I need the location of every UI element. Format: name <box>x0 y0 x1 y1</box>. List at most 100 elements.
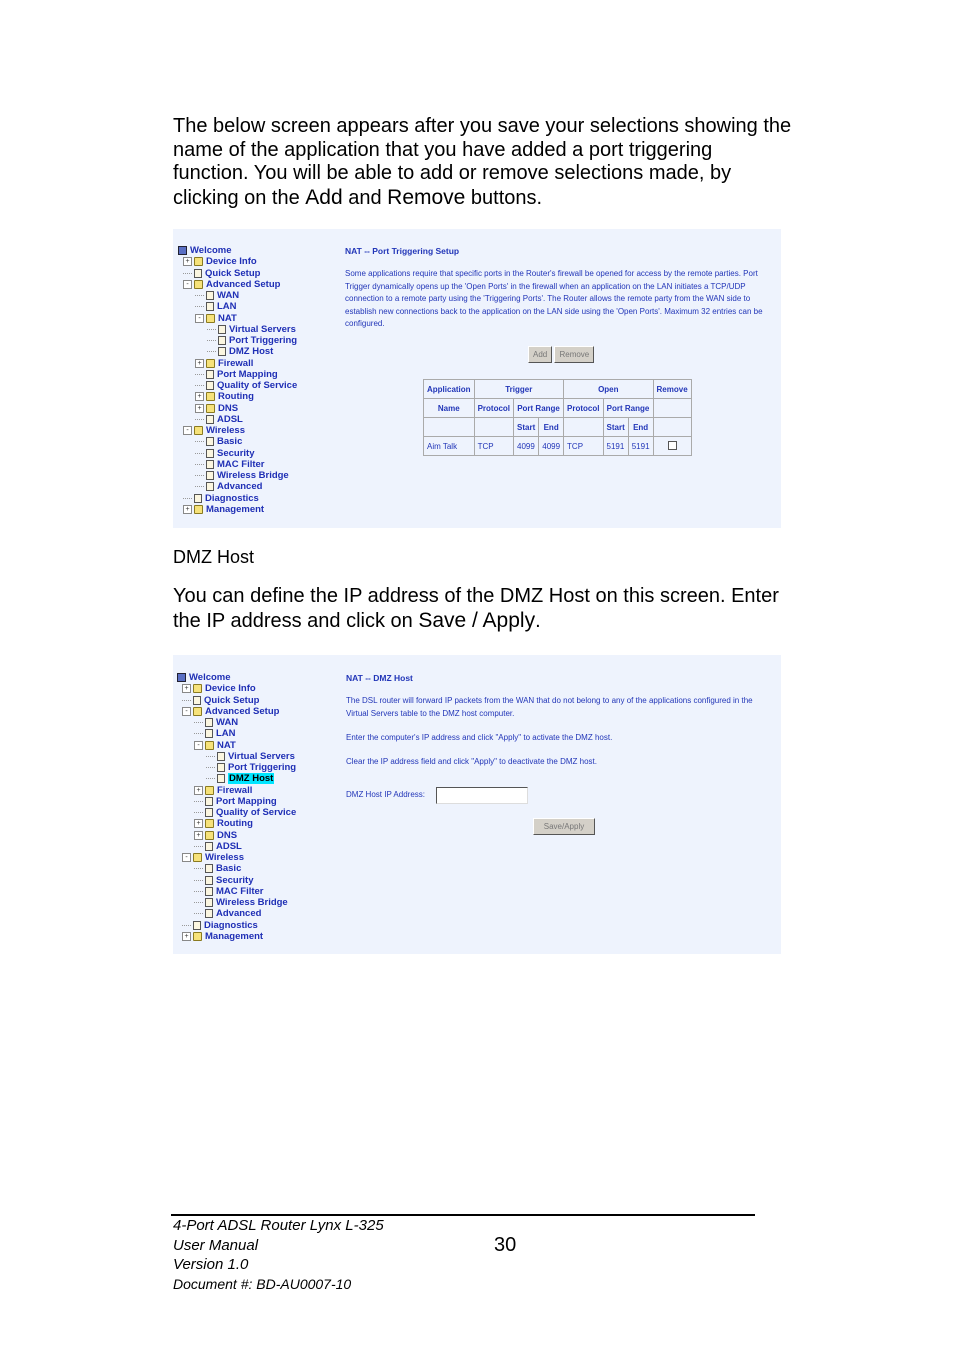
tree-item-nat[interactable]: - NAT <box>195 313 237 324</box>
tree-item-welcome[interactable]: Welcome <box>177 672 231 683</box>
folder-icon <box>205 785 214 795</box>
save-apply-button[interactable]: Save/Apply <box>533 818 595 835</box>
tree-item-advanced[interactable]: Advanced <box>195 481 262 492</box>
tree-item-lan[interactable]: LAN <box>195 301 237 312</box>
tree-item-dns[interactable]: + DNS <box>195 403 238 414</box>
folder-open-icon <box>194 426 203 435</box>
tree-item-management[interactable]: + Management <box>182 931 263 942</box>
tree-item-wireless[interactable]: - Wireless <box>182 852 244 863</box>
tree-item-wireless[interactable]: - Wireless <box>183 425 245 436</box>
tree-item-wan[interactable]: WAN <box>195 290 239 301</box>
tree-item-label: Firewall <box>217 784 253 796</box>
tree-connector <box>194 733 203 735</box>
add-button[interactable]: Add <box>528 346 553 363</box>
expand-icon[interactable]: + <box>194 830 203 840</box>
tree-connector <box>182 924 191 926</box>
tree-item-virtual-servers[interactable]: Virtual Servers <box>207 324 296 335</box>
tree-item-routing[interactable]: + Routing <box>195 391 254 402</box>
tree-item-dns[interactable]: + DNS <box>194 830 237 841</box>
tree-item-lan[interactable]: LAN <box>194 728 236 739</box>
tree-item-port-mapping[interactable]: Port Mapping <box>194 796 277 807</box>
tree-item-wireless-bridge[interactable]: Wireless Bridge <box>194 897 288 908</box>
collapse-icon[interactable]: - <box>183 279 192 289</box>
expand-icon[interactable]: + <box>183 504 192 514</box>
tree-item-port-mapping[interactable]: Port Mapping <box>195 369 278 380</box>
folder-icon <box>205 819 214 829</box>
remove-checkbox[interactable] <box>667 440 677 450</box>
tree-item-nat[interactable]: - NAT <box>194 740 236 751</box>
tree-connector <box>207 340 216 341</box>
tree-item-adsl[interactable]: ADSL <box>195 414 243 425</box>
tree-item-diagnostics[interactable]: Diagnostics <box>182 920 258 931</box>
tree-item-quality-of-service[interactable]: Quality of Service <box>194 807 296 818</box>
tree-item-routing[interactable]: + Routing <box>194 818 253 829</box>
collapse-icon[interactable]: - <box>182 853 191 862</box>
cell-trigger-end: 4099 <box>538 436 565 456</box>
tree-connector <box>194 890 203 892</box>
page-title: NAT -- Port Triggering Setup <box>345 246 460 256</box>
tree-item-wireless-bridge[interactable]: Wireless Bridge <box>195 470 289 481</box>
tree-item-quick-setup[interactable]: Quick Setup <box>182 695 259 706</box>
tree-item-virtual-servers[interactable]: Virtual Servers <box>206 751 295 762</box>
tree-item-label: Security <box>217 447 255 459</box>
tree-item-management[interactable]: + Management <box>183 504 264 515</box>
tree-item-security[interactable]: Security <box>194 875 254 886</box>
tree-item-quick-setup[interactable]: Quick Setup <box>183 268 260 279</box>
expand-icon[interactable]: + <box>194 785 203 795</box>
expand-icon[interactable]: + <box>195 358 204 368</box>
tree-item-firewall[interactable]: + Firewall <box>194 785 252 796</box>
expand-icon[interactable]: + <box>195 403 204 413</box>
collapse-icon[interactable]: - <box>182 706 191 716</box>
collapse-icon[interactable]: - <box>194 740 203 750</box>
tree-item-quality-of-service[interactable]: Quality of Service <box>195 380 297 391</box>
tree-item-mac-filter[interactable]: MAC Filter <box>195 459 265 470</box>
table-row: Aim Talk TCP 4099 4099 TCP 5191 5191 <box>423 436 692 456</box>
dmz-ip-input[interactable] <box>436 787 528 804</box>
page-icon <box>206 302 214 312</box>
tree-item-welcome[interactable]: Welcome <box>178 245 232 256</box>
page-icon <box>218 324 226 334</box>
tree-item-label: Welcome <box>190 245 232 256</box>
tree-connector <box>195 486 204 488</box>
tree-item-port-triggering[interactable]: Port Triggering <box>206 762 296 773</box>
tree-item-label: Port Mapping <box>217 368 278 380</box>
tree-item-advanced-setup[interactable]: - Advanced Setup <box>182 706 279 717</box>
tree-item-label: Device Info <box>206 256 257 268</box>
tree-item-advanced[interactable]: Advanced <box>194 908 261 919</box>
tree-item-label: Routing <box>218 391 254 403</box>
page-icon <box>194 493 202 503</box>
manual-page: The below screen appears after you save … <box>0 0 954 1350</box>
tree-item-basic[interactable]: Basic <box>194 863 241 874</box>
cell-name: Aim Talk <box>423 436 475 456</box>
tree-item-dmz-host[interactable]: DMZ Host <box>206 773 275 785</box>
tree-connector <box>207 328 216 330</box>
tree-item-advanced-setup[interactable]: - Advanced Setup <box>183 279 280 290</box>
expand-icon[interactable]: + <box>194 819 203 829</box>
expand-icon[interactable]: + <box>195 392 204 402</box>
content-area: NAT -- DMZ Host The DSL router will forw… <box>346 673 772 835</box>
tree-item-adsl[interactable]: ADSL <box>194 841 242 852</box>
collapse-icon[interactable]: - <box>195 313 204 323</box>
page-icon <box>205 909 213 919</box>
expand-icon[interactable]: + <box>183 257 192 267</box>
tree-item-firewall[interactable]: + Firewall <box>195 358 253 369</box>
collapse-icon[interactable]: - <box>183 426 192 435</box>
remove-button[interactable]: Remove <box>554 346 595 363</box>
tree-item-security[interactable]: Security <box>195 448 255 459</box>
tree-connector <box>195 295 204 296</box>
expand-icon[interactable]: + <box>182 684 191 694</box>
tree-item-device-info[interactable]: + Device Info <box>182 683 256 694</box>
header-end: End <box>538 417 565 437</box>
tree-item-wan[interactable]: WAN <box>194 717 238 728</box>
tree-item-dmz-host[interactable]: DMZ Host <box>207 346 273 357</box>
tree-item-diagnostics[interactable]: Diagnostics <box>183 493 259 504</box>
tree-item-device-info[interactable]: + Device Info <box>183 256 257 267</box>
expand-icon[interactable]: + <box>182 931 191 941</box>
page-icon <box>205 729 213 739</box>
cell-open-start: 5191 <box>602 436 629 456</box>
tree-item-basic[interactable]: Basic <box>195 436 242 447</box>
tree-item-mac-filter[interactable]: MAC Filter <box>194 886 264 897</box>
folder-icon <box>194 504 203 514</box>
tree-item-port-triggering[interactable]: Port Triggering <box>207 335 297 346</box>
tree-item-label: DMZ Host <box>229 346 274 358</box>
